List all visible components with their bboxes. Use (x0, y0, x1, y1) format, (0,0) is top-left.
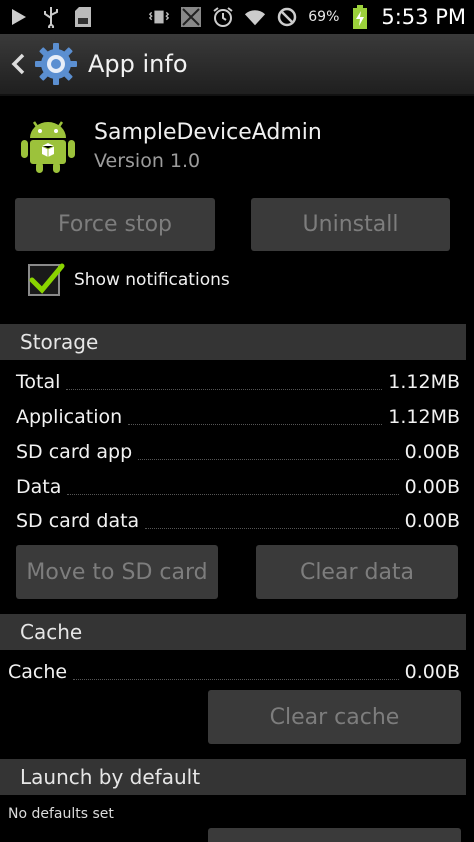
back-chevron-icon[interactable] (6, 44, 30, 84)
clock: 5:53 PM (381, 5, 466, 29)
show-notifications-label: Show notifications (74, 270, 230, 290)
move-to-sd-card-button[interactable]: Move to SD card (16, 545, 218, 599)
android-app-icon (20, 114, 76, 174)
checkmark-icon (29, 263, 65, 294)
usb-icon (40, 6, 62, 28)
storage-row-total: Total 1.12MB (16, 366, 460, 398)
row-value: 0.00B (404, 441, 460, 463)
wifi-icon (244, 6, 266, 28)
row-value: 0.00B (404, 476, 460, 498)
app-header: SampleDeviceAdmin Version 1.0 (0, 96, 474, 196)
battery-percent: 69% (308, 9, 340, 25)
cache-row: Cache 0.00B (8, 656, 460, 688)
sd-card-icon (72, 6, 94, 28)
clear-data-button[interactable]: Clear data (256, 545, 458, 599)
show-notifications-row[interactable]: Show notifications (28, 262, 230, 298)
row-label: Data (16, 476, 62, 498)
row-label: Application (16, 406, 123, 428)
clear-defaults-button[interactable] (208, 828, 461, 842)
row-value: 0.00B (404, 510, 460, 532)
battery-charging-icon (349, 5, 371, 29)
storage-row-sd-card-app: SD card app 0.00B (16, 436, 460, 468)
row-label: SD card data (16, 510, 140, 532)
action-bar: App info (0, 34, 474, 96)
force-stop-button[interactable]: Force stop (15, 198, 215, 251)
show-notifications-checkbox[interactable] (28, 263, 65, 296)
storage-row-sd-card-data: SD card data 0.00B (16, 505, 460, 537)
no-sim-icon (276, 6, 298, 28)
row-value: 1.12MB (388, 371, 460, 393)
app-version: Version 1.0 (94, 150, 201, 172)
settings-gear-icon[interactable] (34, 42, 78, 86)
row-label: Cache (8, 661, 68, 683)
row-label: SD card app (16, 441, 133, 463)
alarm-icon (212, 6, 234, 28)
vibrate-icon (148, 6, 170, 28)
cache-section-header: Cache (0, 614, 466, 650)
row-label: Total (16, 371, 61, 393)
app-name: SampleDeviceAdmin (94, 120, 322, 145)
screenshot-icon (180, 6, 202, 28)
storage-section-header: Storage (0, 324, 466, 360)
row-value: 0.00B (404, 661, 460, 683)
storage-row-application: Application 1.12MB (16, 401, 460, 433)
uninstall-button[interactable]: Uninstall (251, 198, 450, 251)
launch-by-default-header: Launch by default (0, 759, 466, 795)
page-title: App info (88, 50, 188, 78)
no-defaults-text: No defaults set (8, 806, 114, 822)
play-icon (8, 6, 30, 28)
status-bar: 69% 5:53 PM (0, 0, 474, 34)
clear-cache-button[interactable]: Clear cache (208, 690, 461, 744)
storage-row-data: Data 0.00B (16, 471, 460, 503)
row-value: 1.12MB (388, 406, 460, 428)
